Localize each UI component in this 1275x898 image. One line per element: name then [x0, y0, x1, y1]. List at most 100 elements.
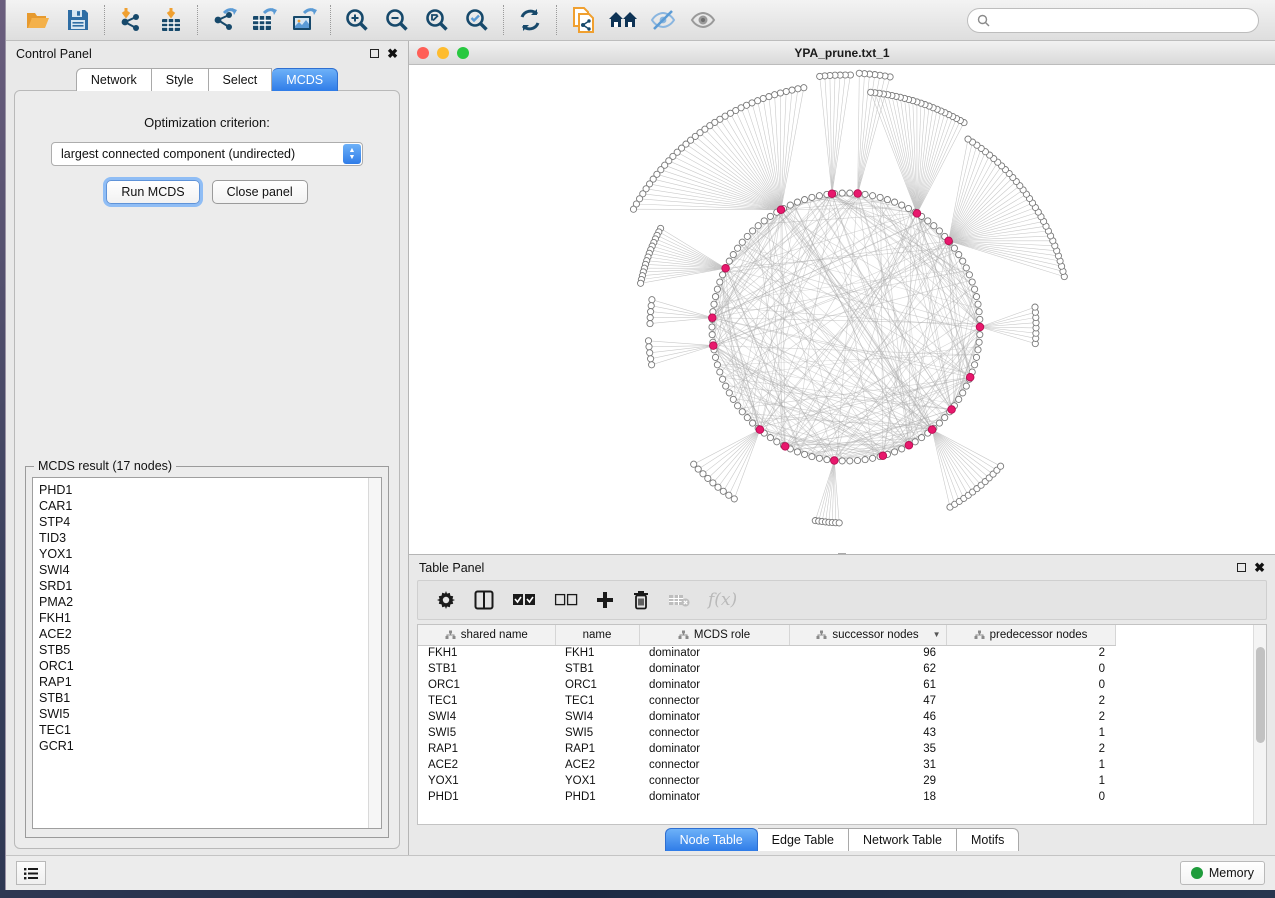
- table-cell[interactable]: RAP1: [418, 741, 555, 757]
- table-cell[interactable]: SWI5: [418, 725, 555, 741]
- delete-rows-trash-icon[interactable]: [632, 590, 650, 610]
- table-cell[interactable]: 31: [789, 757, 946, 773]
- dominator-node[interactable]: [966, 373, 974, 381]
- table-cell[interactable]: dominator: [639, 789, 789, 805]
- table-cell[interactable]: connector: [639, 725, 789, 741]
- column-header[interactable]: shared name: [418, 625, 555, 645]
- save-session-icon[interactable]: [60, 4, 96, 36]
- table-cell[interactable]: 2: [946, 741, 1115, 757]
- mcds-result-item[interactable]: ACE2: [39, 626, 362, 642]
- table-scrollbar-thumb[interactable]: [1256, 647, 1265, 743]
- table-cell[interactable]: 2: [946, 693, 1115, 709]
- mcds-result-item[interactable]: GCR1: [39, 738, 362, 754]
- mcds-result-item[interactable]: SRD1: [39, 578, 362, 594]
- sort-chevron-icon[interactable]: ▼: [933, 630, 941, 639]
- table-cell[interactable]: ACE2: [418, 757, 555, 773]
- float-panel-icon[interactable]: [370, 49, 379, 58]
- table-row[interactable]: FKH1FKH1dominator962: [418, 645, 1115, 661]
- node-table[interactable]: shared namenameMCDS rolesuccessor nodes▼…: [417, 624, 1267, 825]
- table-cell[interactable]: SWI5: [555, 725, 639, 741]
- table-cell[interactable]: 1: [946, 757, 1115, 773]
- mcds-result-item[interactable]: TID3: [39, 530, 362, 546]
- mcds-result-item[interactable]: ORC1: [39, 658, 362, 674]
- mcds-result-item[interactable]: SWI4: [39, 562, 362, 578]
- tab-style[interactable]: Style: [152, 68, 209, 91]
- table-cell[interactable]: STB1: [555, 661, 639, 677]
- mcds-result-item[interactable]: PMA2: [39, 594, 362, 610]
- dominator-node[interactable]: [879, 452, 887, 460]
- table-cell[interactable]: dominator: [639, 645, 789, 661]
- table-cell[interactable]: YOX1: [418, 773, 555, 789]
- mcds-result-item[interactable]: STB1: [39, 690, 362, 706]
- network-view-titlebar[interactable]: YPA_prune.txt_1: [409, 41, 1275, 65]
- import-table-icon[interactable]: [153, 4, 189, 36]
- table-row[interactable]: TEC1TEC1connector472: [418, 693, 1115, 709]
- dominator-node[interactable]: [828, 190, 836, 198]
- mcds-list-scrollbar[interactable]: [368, 478, 381, 828]
- search-field[interactable]: [967, 8, 1259, 33]
- column-header[interactable]: successor nodes▼: [789, 625, 946, 645]
- tab-select[interactable]: Select: [209, 68, 273, 91]
- table-cell[interactable]: TEC1: [418, 693, 555, 709]
- mcds-result-item[interactable]: TEC1: [39, 722, 362, 738]
- table-row[interactable]: ACE2ACE2connector311: [418, 757, 1115, 773]
- window-maximize-icon[interactable]: [457, 47, 469, 59]
- select-all-icon[interactable]: [512, 593, 536, 607]
- table-cell[interactable]: 47: [789, 693, 946, 709]
- tab-mcds[interactable]: MCDS: [272, 68, 338, 91]
- dominator-node[interactable]: [781, 443, 789, 451]
- table-cell[interactable]: ACE2: [555, 757, 639, 773]
- close-table-panel-icon[interactable]: ✖: [1254, 563, 1265, 572]
- table-row[interactable]: PHD1PHD1dominator180: [418, 789, 1115, 805]
- table-cell[interactable]: 96: [789, 645, 946, 661]
- table-cell[interactable]: ORC1: [418, 677, 555, 693]
- dominator-node[interactable]: [913, 210, 921, 218]
- dominator-node[interactable]: [777, 206, 785, 214]
- deselect-all-icon[interactable]: [554, 593, 578, 607]
- network-graph[interactable]: [409, 65, 1275, 554]
- mcds-result-item[interactable]: STP4: [39, 514, 362, 530]
- copy-network-icon[interactable]: [565, 4, 601, 36]
- mcds-result-item[interactable]: SWI5: [39, 706, 362, 722]
- table-cell[interactable]: dominator: [639, 741, 789, 757]
- export-image-icon[interactable]: [286, 4, 322, 36]
- mcds-result-item[interactable]: CAR1: [39, 498, 362, 514]
- table-cell[interactable]: dominator: [639, 661, 789, 677]
- dominator-node[interactable]: [928, 426, 936, 434]
- search-input[interactable]: [995, 13, 1249, 27]
- table-cell[interactable]: STB1: [418, 661, 555, 677]
- column-header[interactable]: MCDS role: [639, 625, 789, 645]
- dominator-node[interactable]: [756, 426, 764, 434]
- mcds-result-item[interactable]: FKH1: [39, 610, 362, 626]
- table-cell[interactable]: 2: [946, 645, 1115, 661]
- table-cell[interactable]: YOX1: [555, 773, 639, 789]
- close-panel-icon[interactable]: ✖: [387, 49, 398, 58]
- dominator-node[interactable]: [722, 265, 730, 273]
- show-all-icon[interactable]: [685, 4, 721, 36]
- column-header[interactable]: predecessor nodes: [946, 625, 1115, 645]
- table-cell[interactable]: FKH1: [555, 645, 639, 661]
- dominator-node[interactable]: [854, 190, 862, 198]
- export-table-icon[interactable]: [246, 4, 282, 36]
- table-cell[interactable]: 1: [946, 773, 1115, 789]
- column-header[interactable]: name: [555, 625, 639, 645]
- tab-network[interactable]: Network: [76, 68, 152, 91]
- tab-motifs[interactable]: Motifs: [957, 828, 1019, 851]
- table-row[interactable]: RAP1RAP1dominator352: [418, 741, 1115, 757]
- float-table-panel-icon[interactable]: [1237, 563, 1246, 572]
- table-row[interactable]: SWI5SWI5connector431: [418, 725, 1115, 741]
- table-cell[interactable]: dominator: [639, 677, 789, 693]
- table-options-gear-icon[interactable]: [436, 590, 456, 610]
- tab-node-table[interactable]: Node Table: [665, 828, 758, 851]
- table-cell[interactable]: TEC1: [555, 693, 639, 709]
- table-cell[interactable]: dominator: [639, 709, 789, 725]
- table-cell[interactable]: RAP1: [555, 741, 639, 757]
- criterion-select[interactable]: largest connected component (undirected)…: [51, 142, 363, 166]
- table-cell[interactable]: 43: [789, 725, 946, 741]
- table-cell[interactable]: FKH1: [418, 645, 555, 661]
- table-cell[interactable]: connector: [639, 757, 789, 773]
- table-cell[interactable]: 1: [946, 725, 1115, 741]
- mcds-result-list[interactable]: PHD1CAR1STP4TID3YOX1SWI4SRD1PMA2FKH1ACE2…: [32, 477, 382, 829]
- table-cell[interactable]: 0: [946, 677, 1115, 693]
- refresh-icon[interactable]: [512, 4, 548, 36]
